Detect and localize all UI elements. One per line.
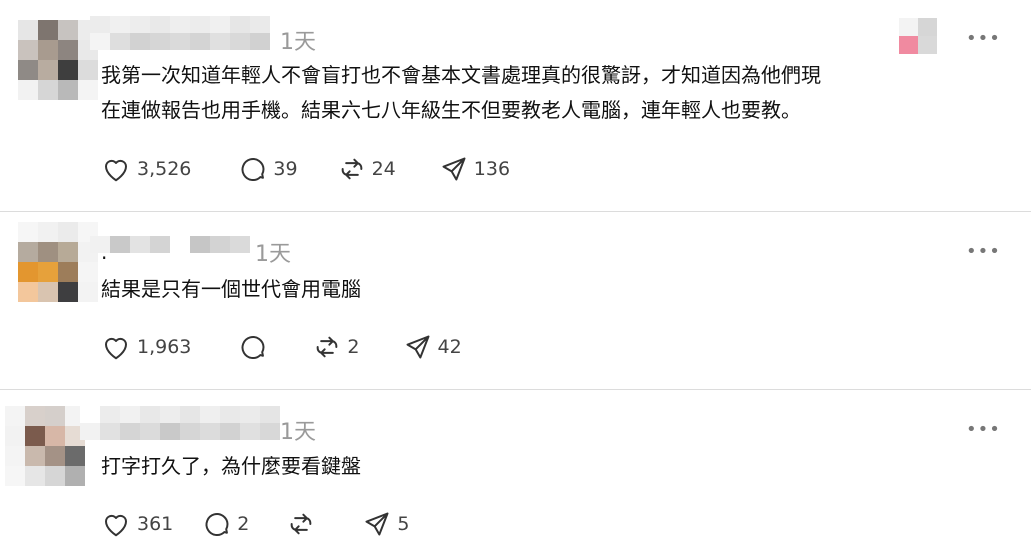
action-bar: 1,963 2 42 [101,333,462,361]
like-button[interactable]: 361 [101,510,173,538]
send-icon [406,335,429,359]
post-1: 1天 ••• 我第一次知道年輕人不會盲打也不會基本文書處理真的很驚訝，才知道因為… [0,0,1031,212]
send-icon [365,512,389,536]
action-bar: 361 2 5 [101,510,409,538]
more-options-icon[interactable]: ••• [966,243,1001,261]
repost-icon [341,158,362,180]
repost-icon [291,513,312,535]
heart-icon [105,159,127,182]
like-button[interactable]: 3,526 [101,155,191,183]
comment-bubble-icon [205,513,229,537]
comment-bubble-icon [242,158,265,182]
post-time[interactable]: 1天 [280,24,316,56]
send-icon [442,157,466,181]
repost-button[interactable]: 24 [338,155,396,183]
post-time[interactable]: 1天 [280,414,316,446]
more-options-icon[interactable]: ••• [966,421,1001,439]
post-2: 1天 . ••• 結果是只有一個世代會用電腦 1,963 2 42 [0,212,1031,389]
share-count: 42 [437,336,462,358]
post-content: 結果是只有一個世代會用電腦 [101,277,361,301]
share-count: 136 [473,158,511,180]
share-button[interactable]: 42 [404,333,462,361]
like-count: 1,963 [137,336,192,358]
share-count: 5 [397,513,410,535]
username-blurred[interactable] [90,16,270,50]
more-options-icon[interactable]: ••• [966,30,1001,48]
heart-icon [105,514,127,537]
avatar-blurred[interactable] [18,20,98,100]
comment-button[interactable]: 2 [203,510,249,538]
repost-count: 2 [347,336,360,358]
like-button[interactable]: 1,963 [101,333,191,361]
repost-button[interactable] [287,510,321,538]
post-content: 我第一次知道年輕人不會盲打也不會基本文書處理真的很驚訝，才知道因為他們現 在連做… [101,63,821,122]
like-count: 361 [137,513,174,535]
like-count: 3,526 [137,158,192,180]
comment-button[interactable]: 39 [239,155,298,183]
comment-count: 2 [237,513,250,535]
post-3: 1天 ••• 打字打久了，為什麼要看鍵盤 361 2 5 [0,390,1031,548]
comment-bubble-icon [242,336,265,360]
stray-dot: . [101,240,108,264]
username-blurred[interactable] [80,406,280,440]
badge-blurred [899,18,937,54]
share-button[interactable]: 5 [363,510,409,538]
heart-icon [105,337,127,360]
repost-count: 24 [371,158,396,180]
comment-count: 39 [273,158,298,180]
post-content: 打字打久了，為什麼要看鍵盤 [101,454,361,478]
comment-button[interactable] [239,333,273,361]
username-blurred[interactable] [90,236,250,253]
repost-button[interactable]: 2 [313,333,360,361]
share-button[interactable]: 136 [440,155,510,183]
repost-icon [317,336,338,358]
avatar-blurred[interactable] [5,406,85,486]
action-bar: 3,526 39 24 136 [101,155,510,183]
post-time[interactable]: 1天 [255,236,291,268]
avatar-blurred[interactable] [18,222,98,302]
